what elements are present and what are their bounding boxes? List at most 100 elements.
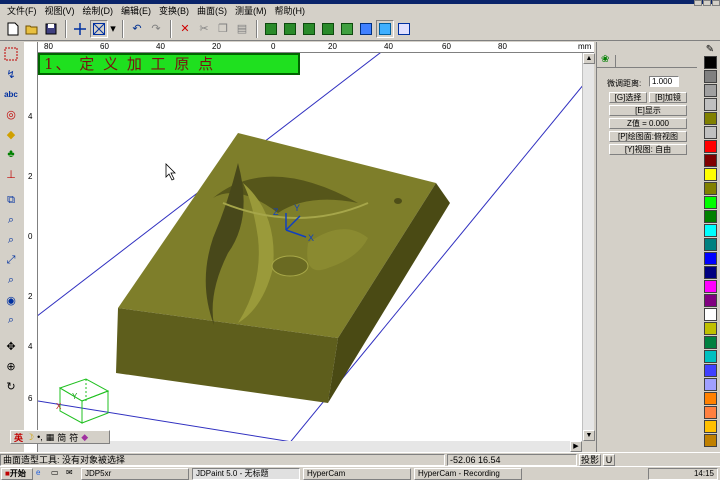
add-mirror-button[interactable]: [B]加镜	[649, 92, 687, 103]
color-swatch[interactable]	[703, 294, 717, 307]
shade-tool-icon[interactable]: ♣	[2, 145, 20, 163]
ime-eraser-icon[interactable]: ◆	[81, 432, 88, 443]
crosshair-icon[interactable]	[71, 20, 89, 38]
color-swatch[interactable]	[703, 154, 717, 167]
ime-lang[interactable]: 英	[14, 431, 23, 444]
color-swatch[interactable]	[703, 280, 717, 293]
color-swatch[interactable]	[703, 252, 717, 265]
pan-tool-icon[interactable]: ✥	[2, 337, 20, 355]
top-view-icon[interactable]	[281, 20, 299, 38]
fine-tune-input[interactable]	[649, 76, 679, 87]
select-tool-icon[interactable]	[2, 45, 20, 63]
side-view-icon[interactable]	[300, 20, 318, 38]
select-box-icon[interactable]	[90, 19, 108, 38]
z-value-button[interactable]: Z值 = 0.000	[609, 118, 687, 129]
menu-edit[interactable]: 编辑(E)	[117, 5, 155, 17]
zoom-window-icon[interactable]: ⌕	[2, 271, 20, 289]
ime-moon-icon[interactable]: ☽	[26, 432, 34, 443]
menu-view[interactable]: 视图(V)	[41, 5, 79, 17]
taskbar-item[interactable]: HyperCam	[303, 467, 411, 480]
start-button[interactable]: ■开始	[1, 467, 33, 480]
menu-draw[interactable]: 绘制(D)	[79, 5, 118, 17]
color-swatch[interactable]	[703, 406, 717, 419]
color-swatch[interactable]	[703, 392, 717, 405]
ime-chars[interactable]: 符	[69, 431, 78, 444]
color-swatch[interactable]	[703, 224, 717, 237]
iso-view-icon[interactable]	[319, 20, 337, 38]
box-view-icon[interactable]	[338, 20, 356, 38]
redo-icon[interactable]: ↷	[147, 20, 165, 38]
3d-viewport[interactable]: Z Y X Y X 1、 定 义 加 工 原 点	[38, 53, 582, 441]
color-swatch[interactable]	[703, 336, 717, 349]
color-swatch[interactable]	[703, 322, 717, 335]
measure-tool-icon[interactable]: ⊥	[2, 165, 20, 183]
color-swatch[interactable]	[703, 70, 717, 83]
color-swatch[interactable]	[703, 168, 717, 181]
select-button[interactable]: [G]选择	[609, 92, 647, 103]
color-swatch[interactable]	[703, 266, 717, 279]
shade-icon[interactable]	[376, 19, 394, 38]
pen-icon[interactable]: ✎	[706, 44, 714, 55]
curve-tool-icon[interactable]: ↯	[2, 65, 20, 83]
zoom-dynamic-icon[interactable]: ⊕	[2, 357, 20, 375]
color-swatch[interactable]	[703, 126, 717, 139]
dropdown-arrow-icon[interactable]: ▾	[109, 20, 117, 38]
color-swatch[interactable]	[703, 210, 717, 223]
new-icon[interactable]	[4, 20, 22, 38]
color-swatch[interactable]	[703, 98, 717, 111]
horizontal-scrollbar[interactable]: ▶	[38, 441, 582, 452]
view-mode-button[interactable]: [Y]视图: 自由	[609, 144, 687, 155]
color-swatch[interactable]	[703, 84, 717, 97]
ime-keyboard-icon[interactable]: ▦	[46, 432, 55, 443]
rotate-tool-icon[interactable]: ↻	[2, 377, 20, 395]
color-swatch[interactable]	[703, 182, 717, 195]
menu-help[interactable]: 帮助(H)	[271, 5, 310, 17]
draw-plane-button[interactable]: [P]绘图面:俯视图	[609, 131, 687, 142]
color-swatch[interactable]	[703, 350, 717, 363]
color-swatch[interactable]	[703, 364, 717, 377]
ime-punct-icon[interactable]: •,	[37, 432, 43, 442]
menu-transform[interactable]: 变换(B)	[155, 5, 193, 17]
circle-tool-icon[interactable]: ◎	[2, 105, 20, 123]
menu-surface[interactable]: 曲面(S)	[193, 5, 231, 17]
paste-icon[interactable]: ▤	[233, 20, 251, 38]
u-button[interactable]: U	[603, 453, 615, 466]
vertical-scrollbar[interactable]: ▲ ▼	[582, 53, 595, 441]
copy-icon[interactable]: ❐	[214, 20, 232, 38]
taskbar-item[interactable]: HyperCam - Recording	[414, 467, 522, 480]
text-tool-icon[interactable]: abc	[2, 85, 20, 103]
color-swatch[interactable]	[703, 378, 717, 391]
outlook-quicklaunch-icon[interactable]: ✉	[66, 468, 78, 480]
delete-icon[interactable]: ✕	[176, 20, 194, 38]
color-swatch[interactable]	[703, 196, 717, 209]
color-swatch[interactable]	[703, 56, 717, 69]
undo-icon[interactable]: ↶	[128, 20, 146, 38]
taskbar-item-active[interactable]: JDPaint 5.0 - 无标题	[192, 467, 300, 480]
color-swatch[interactable]	[703, 238, 717, 251]
menu-file[interactable]: 文件(F)	[3, 5, 41, 17]
color-swatch[interactable]	[703, 308, 717, 321]
ie-quicklaunch-icon[interactable]: e	[36, 468, 48, 480]
cut-icon[interactable]: ✂	[195, 20, 213, 38]
show-button[interactable]: [E]显示	[609, 105, 687, 116]
front-view-icon[interactable]	[262, 20, 280, 38]
node-tool-icon[interactable]: ⧉	[2, 191, 20, 209]
scroll-right-button[interactable]: ▶	[570, 441, 582, 452]
fit-tool-icon[interactable]: ⤢	[2, 251, 20, 269]
color-swatch[interactable]	[703, 140, 717, 153]
color-swatch[interactable]	[703, 420, 717, 433]
taskbar-item[interactable]: JDP5xr	[81, 467, 189, 480]
wire-icon[interactable]	[395, 20, 413, 38]
color-swatch[interactable]	[703, 112, 717, 125]
gear-icon[interactable]: ❀	[601, 54, 609, 65]
color-swatch[interactable]	[703, 434, 717, 447]
save-icon[interactable]	[42, 20, 60, 38]
render-icon[interactable]	[357, 20, 375, 38]
desktop-quicklaunch-icon[interactable]: ▭	[51, 468, 63, 480]
zoom-in-tool-icon[interactable]: ⌕	[2, 231, 20, 249]
ime-mode[interactable]: 简	[57, 431, 66, 444]
eye-tool-icon[interactable]: ◉	[2, 291, 20, 309]
zoom-tool-icon[interactable]: ⌕	[2, 211, 20, 229]
zoom-out-tool-icon[interactable]: ⌕	[2, 311, 20, 329]
open-icon[interactable]	[23, 20, 41, 38]
